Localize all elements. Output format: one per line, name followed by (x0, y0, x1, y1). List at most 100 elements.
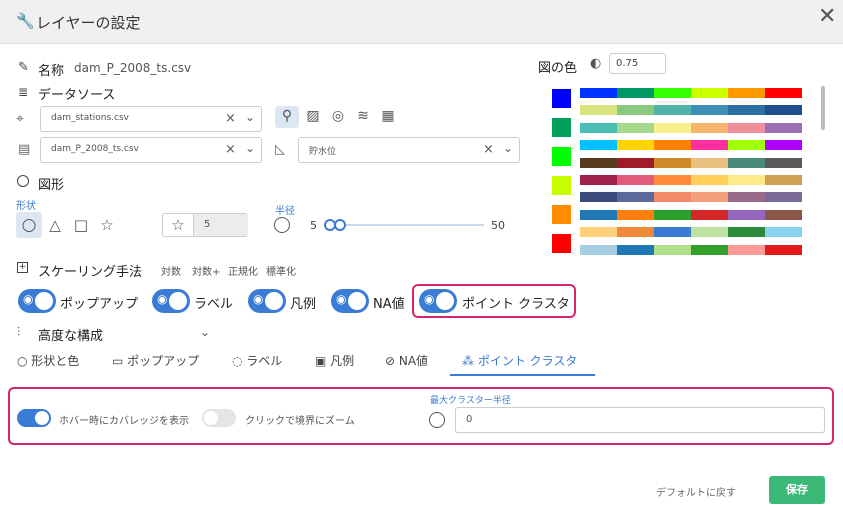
palette-row[interactable] (580, 192, 802, 203)
shape-square-button[interactable]: □ (70, 215, 92, 235)
palette-row[interactable] (580, 227, 802, 238)
palette-swatch (654, 122, 691, 133)
color-swatch[interactable] (552, 147, 571, 166)
radius-slider[interactable] (324, 219, 484, 231)
palette-swatch (580, 140, 617, 151)
opacity-input[interactable]: 0.75 (609, 53, 666, 74)
slider-track (324, 224, 484, 226)
palette-swatch (617, 209, 654, 220)
label-toggle-label: ラベル (194, 297, 234, 312)
palette-swatch (691, 175, 728, 185)
palette-row[interactable] (580, 105, 802, 116)
color-swatch[interactable] (552, 118, 571, 137)
legend-toggle-label: 凡例 (290, 297, 317, 312)
database-icon: ≣ (18, 85, 29, 99)
palette-swatch (654, 140, 691, 151)
image-layer-icon[interactable]: ▨ (303, 106, 323, 126)
palette-swatch (765, 192, 802, 203)
tab-label: ポイント クラスタ (477, 354, 578, 368)
clear-icon[interactable]: × (225, 142, 236, 157)
shape-star-button[interactable]: ☆ (96, 215, 118, 235)
reset-button[interactable]: デフォルトに戻す (656, 484, 736, 499)
shape-circle-button[interactable]: ○ (16, 212, 42, 238)
na-toggle[interactable]: ◉ (331, 289, 369, 313)
zoom-bounds-label: クリックで境界にズーム (245, 416, 355, 427)
palette-swatch (728, 175, 765, 185)
size-input-field[interactable]: 5 (193, 214, 248, 236)
palette-row[interactable] (580, 122, 802, 133)
field-select[interactable]: 貯水位 × ⌄ (298, 137, 520, 163)
palette-swatch (728, 244, 765, 255)
palette-swatch (580, 157, 617, 168)
stack-layer-icon[interactable]: ≋ (353, 106, 373, 126)
shape-triangle-button[interactable]: △ (44, 215, 66, 235)
tab-legend[interactable]: ▣ 凡例 (315, 352, 354, 376)
table-icon: ▤ (18, 142, 31, 157)
chevron-down-icon[interactable]: ⌄ (200, 325, 210, 339)
save-button[interactable]: 保存 (769, 476, 825, 504)
clear-icon[interactable]: × (483, 142, 494, 157)
label-toggle[interactable]: ◉ (152, 289, 190, 313)
eye-icon: ◉ (424, 292, 435, 306)
dataset-select[interactable]: dam_stations.csv × ⌄ (40, 106, 262, 132)
scaling-option-normalize[interactable]: 正規化 (228, 263, 258, 278)
chevron-down-icon[interactable]: ⌄ (245, 110, 255, 124)
zoom-bounds-toggle[interactable] (202, 409, 236, 427)
tab-na[interactable]: ⊘ NA値 (385, 352, 428, 376)
scaling-option-standardize[interactable]: 標準化 (266, 263, 296, 278)
color-swatch[interactable] (552, 176, 571, 195)
palette-row[interactable] (580, 88, 802, 98)
chevron-down-icon[interactable]: ⌄ (503, 141, 513, 155)
scaling-icon: + (17, 262, 28, 273)
advanced-label[interactable]: 高度な構成 (38, 325, 103, 344)
scaling-option-logplus[interactable]: 対数+ (192, 263, 220, 278)
palette-swatch (617, 175, 654, 185)
table-select-value: dam_P_2008_ts.csv (51, 144, 139, 154)
palette-swatch (765, 227, 802, 238)
size-input[interactable]: ☆ 5 (162, 213, 248, 237)
palette-swatch (691, 244, 728, 255)
palette-row[interactable] (580, 244, 802, 255)
tab-point-cluster[interactable]: ⁂ ポイント クラスタ (450, 352, 595, 376)
palette-row[interactable] (580, 175, 802, 185)
scaling-option-log[interactable]: 対数 (161, 263, 181, 278)
circle-icon: ○ (17, 354, 32, 368)
color-swatch[interactable] (552, 234, 571, 253)
opacity-icon: ◐ (590, 56, 602, 71)
clear-icon[interactable]: × (225, 111, 236, 126)
tab-label[interactable]: ◌ ラベル (232, 352, 282, 376)
hover-coverage-label: ホバー時にカバレッジを表示 (59, 416, 189, 427)
grid-layer-icon[interactable]: ▦ (378, 106, 398, 126)
palette-swatch (617, 227, 654, 238)
close-icon[interactable]: ✕ (818, 4, 836, 29)
palette-swatch (654, 105, 691, 116)
palette-row[interactable] (580, 157, 802, 168)
palette-row[interactable] (580, 209, 802, 220)
legend-toggle[interactable]: ◉ (248, 289, 286, 313)
hover-coverage-toggle[interactable] (17, 409, 51, 427)
tab-shape-color[interactable]: ○ 形状と色 (17, 352, 79, 376)
palette-swatch (765, 140, 802, 151)
radius-label: 半径 (275, 206, 295, 217)
palette-scrollbar[interactable] (821, 86, 825, 130)
point-layer-icon[interactable]: ⚲ (275, 106, 299, 128)
color-swatch[interactable] (552, 205, 571, 224)
table-select[interactable]: dam_P_2008_ts.csv × ⌄ (40, 137, 262, 163)
palette-row[interactable] (580, 140, 802, 151)
max-radius-input[interactable]: 0 (455, 407, 825, 433)
slider-handle-max[interactable] (334, 219, 346, 231)
chevron-down-icon[interactable]: ⌄ (245, 141, 255, 155)
palette-swatch (691, 88, 728, 98)
palette-swatch (691, 192, 728, 203)
target-layer-icon[interactable]: ◎ (328, 106, 348, 126)
palette-swatch (580, 192, 617, 203)
tab-popup[interactable]: ▭ ポップアップ (112, 352, 199, 376)
shape-type-label: 形状 (16, 201, 36, 212)
color-swatch[interactable] (552, 89, 571, 108)
palette-swatch (728, 192, 765, 203)
popup-toggle[interactable]: ◉ (18, 289, 56, 313)
palette-swatch (765, 122, 802, 133)
cluster-toggle[interactable]: ◉ (419, 289, 457, 313)
palette-swatch (580, 122, 617, 133)
eye-icon: ◉ (157, 292, 168, 306)
